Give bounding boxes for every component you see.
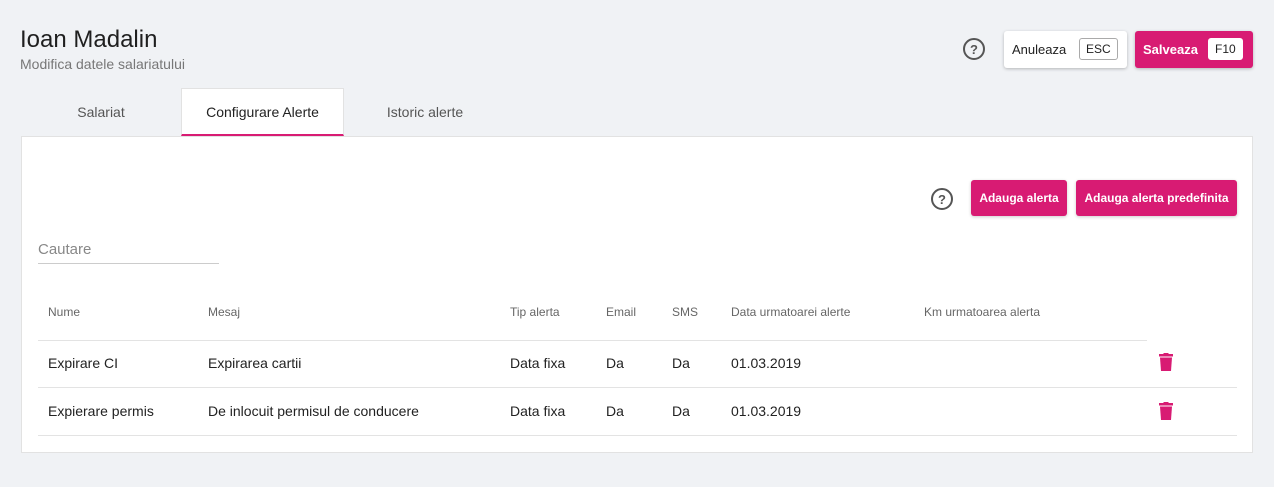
cell-nume: Expirare CI <box>48 355 119 371</box>
alerts-panel: ? Adauga alerta Adauga alerta predefinit… <box>21 136 1253 453</box>
save-button-label: Salveaza <box>1143 42 1198 57</box>
page-title: Ioan Madalin <box>20 26 158 53</box>
cell-tip-alerta: Data fixa <box>510 355 566 371</box>
help-icon[interactable]: ? <box>931 188 953 210</box>
tab-salariat[interactable]: Salariat <box>21 88 181 136</box>
add-alert-button[interactable]: Adauga alerta <box>971 180 1067 216</box>
cell-sms: Da <box>672 403 690 419</box>
search-input[interactable] <box>38 235 219 264</box>
help-icon-glyph: ? <box>970 41 978 57</box>
cell-email: Da <box>606 403 624 419</box>
trash-icon[interactable] <box>1159 402 1173 420</box>
help-icon-glyph: ? <box>938 191 946 207</box>
trash-icon[interactable] <box>1159 353 1173 371</box>
column-header-sms: SMS <box>672 305 699 319</box>
column-header-tip-alerta: Tip alerta <box>510 305 560 319</box>
column-header-data-urmatoarei-alerte: Data urmatoarei alerte <box>731 305 851 319</box>
column-header-nume: Nume <box>48 305 81 319</box>
cell-mesaj: Expirarea cartii <box>208 355 302 371</box>
page-subtitle: Modifica datele salariatului <box>20 56 185 72</box>
header-divider <box>38 340 1147 341</box>
column-header-mesaj: Mesaj <box>208 305 241 319</box>
add-predefined-alert-button[interactable]: Adauga alerta predefinita <box>1076 180 1237 216</box>
cell-sms: Da <box>672 355 690 371</box>
help-icon[interactable]: ? <box>963 38 985 60</box>
cancel-shortcut-badge: ESC <box>1079 38 1118 60</box>
row-divider <box>38 435 1237 436</box>
cell-nume: Expierare permis <box>48 403 154 419</box>
save-button[interactable]: Salveaza F10 <box>1135 31 1253 68</box>
cell-mesaj: De inlocuit permisul de conducere <box>208 403 419 419</box>
cell-data-urmatoarei-alerte: 01.03.2019 <box>731 403 802 419</box>
cell-email: Da <box>606 355 624 371</box>
cancel-button-label: Anuleaza <box>1012 42 1067 57</box>
tab-bar: Salariat Configurare Alerte Istoric aler… <box>21 88 506 136</box>
cell-tip-alerta: Data fixa <box>510 403 566 419</box>
row-divider <box>38 387 1237 388</box>
cell-data-urmatoarei-alerte: 01.03.2019 <box>731 355 802 371</box>
tab-configurare-alerte[interactable]: Configurare Alerte <box>181 88 344 136</box>
column-header-km-urmatoarea-alerta: Km urmatoarea alerta <box>924 305 1041 319</box>
cancel-button[interactable]: Anuleaza ESC <box>1004 31 1127 68</box>
tab-istoric-alerte[interactable]: Istoric alerte <box>344 88 506 136</box>
column-header-email: Email <box>606 305 637 319</box>
save-shortcut-badge: F10 <box>1208 38 1243 60</box>
